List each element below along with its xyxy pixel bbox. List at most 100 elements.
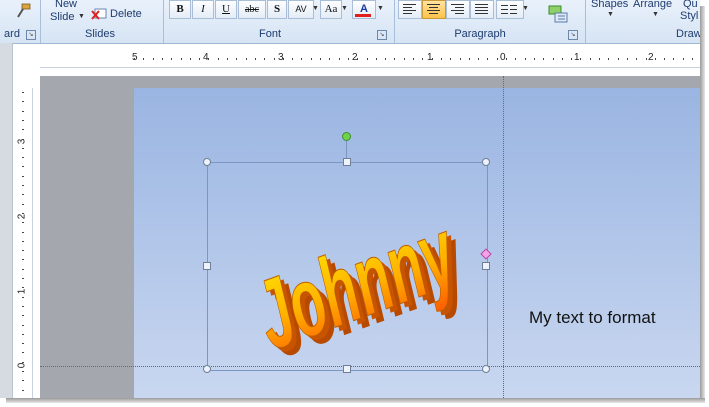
ruler-tick [171,58,173,60]
ruler-number: 2 [648,52,654,63]
window-shadow [700,6,705,402]
ruler-tick [487,58,489,60]
delete-slide-button[interactable]: Delete [110,8,142,20]
font-group-label: Font [258,28,281,40]
resize-handle-left[interactable] [203,262,211,270]
ruler-tick [552,58,554,60]
chevron-down-icon[interactable]: ▼ [522,5,529,12]
ruler-tick [422,58,424,60]
ruler-tick [310,58,312,60]
ruler-tick [22,212,24,214]
justify-button[interactable] [470,0,494,19]
vertical-guide[interactable] [503,76,504,398]
ruler-tick [22,343,24,345]
ruler-tick [180,58,182,60]
chevron-down-icon[interactable]: ▼ [312,5,319,12]
chevron-down-icon[interactable]: ▼ [78,13,85,20]
ruler-tick [22,296,24,298]
resize-handle-bottom-left[interactable] [203,365,211,373]
ruler-tick [599,58,600,60]
slide-text-box[interactable]: My text to format [529,308,656,328]
ruler-tick [22,278,24,279]
slides-group-label: Slides [85,28,115,40]
character-spacing-button[interactable]: AV [288,0,314,19]
ruler-tick [450,58,452,60]
ruler-tick [22,157,24,159]
resize-handle-top-right[interactable] [482,158,490,166]
ruler-tick [515,58,517,60]
chevron-down-icon[interactable]: ▼ [652,11,659,18]
ruler-tick [22,305,24,307]
ruler-tick [22,250,24,252]
ruler-tick [403,58,405,60]
underline-button[interactable]: U [215,0,237,19]
ruler-tick [292,58,294,60]
ruler-tick [468,58,470,60]
resize-handle-right[interactable] [482,262,490,270]
align-right-button[interactable] [446,0,470,19]
ruler-tick [357,58,359,60]
ruler-tick [320,58,321,60]
ruler-tick [580,58,582,60]
new-slide-label-1[interactable]: New [55,0,77,10]
paragraph-launcher-icon[interactable]: ↘ [568,30,578,40]
ruler-tick [431,58,433,60]
chevron-down-icon[interactable]: ▼ [341,5,348,12]
quick-styles-label-2[interactable]: Styl [680,10,698,22]
ruler-tick [22,129,24,131]
ruler-tick [134,58,135,60]
strikethrough-button[interactable]: abc [238,0,266,19]
ribbon: ard ↘ New Slide ▼ Delete Slides B I U ab… [0,0,700,44]
ruler-tick [673,58,675,60]
ruler-tick [22,147,24,149]
columns-button[interactable] [496,0,524,19]
ruler-tick [506,58,507,60]
ruler-tick [22,203,24,205]
rotation-handle[interactable] [342,132,351,141]
delete-slide-icon[interactable] [91,7,107,26]
clipboard-group-label: ard [4,28,20,40]
selection-frame [207,162,488,371]
ruler-tick [236,58,238,60]
resize-handle-top-left[interactable] [203,158,211,166]
chevron-down-icon[interactable]: ▼ [377,5,384,12]
resize-handle-top[interactable] [343,158,351,166]
ruler-tick [654,58,656,60]
change-case-button[interactable]: Aa [320,0,342,19]
arrange-button[interactable]: Arrange [633,0,672,10]
ruler-tick [413,58,414,60]
horizontal-ruler[interactable]: 5 4 3 2 1 0 1 2 [40,50,700,68]
italic-button[interactable]: I [192,0,214,19]
ruler-tick [301,58,303,60]
font-launcher-icon[interactable]: ↘ [377,30,387,40]
chevron-down-icon[interactable]: ▼ [607,11,614,18]
window-shadow [6,398,705,403]
resize-handle-bottom[interactable] [343,365,351,373]
ruler-tick [245,58,247,60]
ruler-tick [645,58,647,60]
ruler-tick [533,58,535,60]
ruler-tick [440,58,442,60]
ruler-tick [338,58,340,60]
align-center-button[interactable] [422,0,446,19]
shapes-button[interactable]: Shapes [591,0,628,10]
ruler-tick [459,58,461,60]
ruler-number: 3 [16,138,28,145]
ruler-tick [152,58,154,60]
vertical-ruler[interactable]: 3 2 1 0 [14,88,33,398]
resize-handle-bottom-right[interactable] [482,365,490,373]
format-painter-icon[interactable] [14,3,32,19]
text-shadow-button[interactable]: S [267,0,287,19]
ruler-tick [254,58,256,60]
ruler-tick [22,352,24,354]
quick-styles-label-1[interactable]: Qu [683,0,698,10]
powerpoint-window: ard ↘ New Slide ▼ Delete Slides B I U ab… [0,0,700,398]
clipboard-launcher-icon[interactable]: ↘ [26,30,36,40]
ruler-tick [329,58,331,60]
ruler-tick [636,58,638,60]
smartart-icon[interactable] [548,4,568,29]
new-slide-label-2[interactable]: Slide [50,11,74,23]
ruler-tick [22,361,24,363]
align-left-button[interactable] [398,0,422,19]
bold-button[interactable]: B [169,0,191,19]
